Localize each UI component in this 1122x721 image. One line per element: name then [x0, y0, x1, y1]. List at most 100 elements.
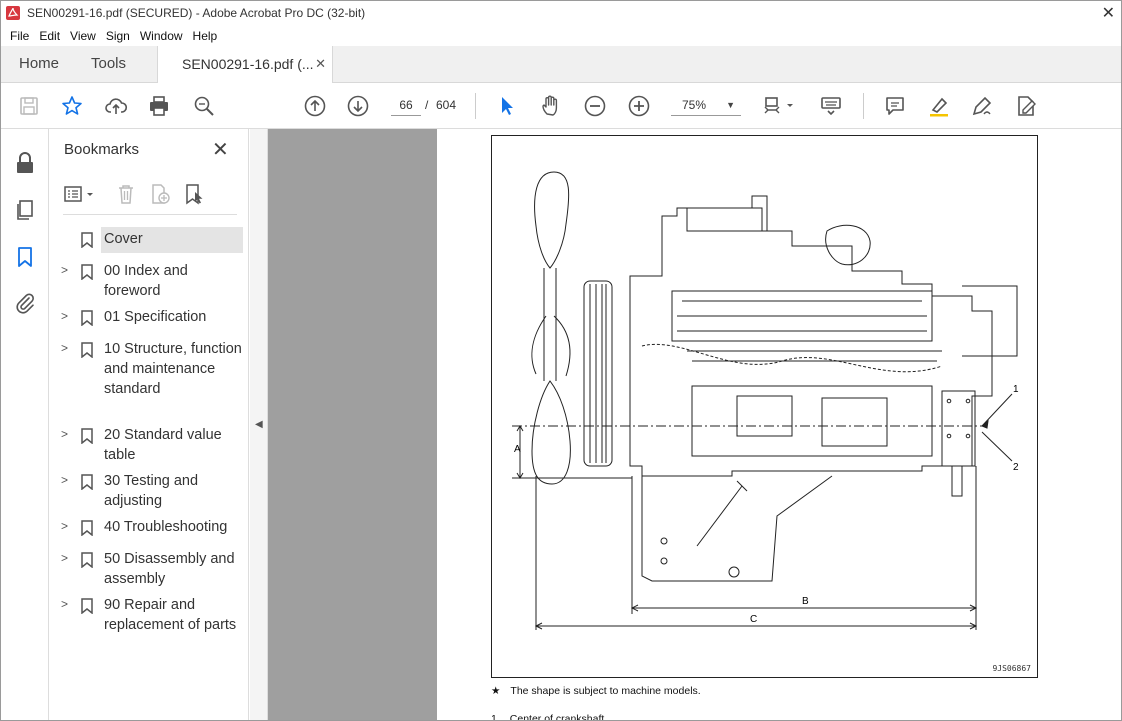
select-cursor-icon[interactable]	[495, 94, 519, 118]
bookmark-icon	[81, 428, 93, 444]
find-bookmark-icon[interactable]	[183, 183, 205, 205]
zoom-out-icon[interactable]	[583, 94, 607, 118]
note-text: The shape is subject to machine models.	[510, 685, 701, 697]
new-bookmark-icon[interactable]	[149, 183, 171, 205]
chevron-right-icon[interactable]: >	[61, 309, 68, 323]
previous-page-icon[interactable]	[303, 94, 327, 118]
toolbar-divider	[863, 93, 864, 119]
fan-blade-upper	[534, 171, 570, 269]
lock-icon[interactable]	[13, 151, 37, 175]
title-bar: SEN00291-16.pdf (SECURED) - Adobe Acroba…	[1, 1, 1121, 25]
draw-sign-icon[interactable]	[970, 94, 994, 118]
bookmark-label: 20 Standard value table	[104, 427, 222, 463]
note-star: ★	[491, 685, 501, 697]
figure-code: 9JS06867	[992, 664, 1031, 673]
keyboard-scroll-icon[interactable]	[819, 94, 843, 118]
flywheel-housing	[941, 390, 976, 467]
upload-cloud-icon[interactable]	[104, 94, 128, 118]
callout-leader-2	[981, 431, 1013, 462]
chevron-right-icon[interactable]: >	[61, 263, 68, 277]
bolt	[946, 398, 952, 404]
bookmarks-panel-title: Bookmarks	[64, 141, 140, 158]
engine-drawing: A B C 1 2	[512, 171, 1019, 630]
attachment-paperclip-icon[interactable]	[13, 291, 37, 315]
window-close-button[interactable]: ✕	[1102, 3, 1115, 23]
window-title: SEN00291-16.pdf (SECURED) - Adobe Acroba…	[27, 6, 366, 20]
bookmark-icon	[81, 520, 93, 536]
chevron-right-icon[interactable]: >	[61, 551, 68, 565]
mounting-bracket	[641, 471, 833, 582]
legend-number: 1.	[491, 713, 500, 721]
tab-document[interactable]: SEN00291-16.pdf (... ✕	[157, 46, 333, 83]
page-thumbnails-icon[interactable]	[13, 198, 37, 222]
save-icon[interactable]	[17, 94, 41, 118]
wiring-harness	[641, 344, 943, 373]
bookmark-panel-icon[interactable]	[13, 245, 37, 269]
menu-help[interactable]: Help	[188, 29, 223, 43]
menu-edit[interactable]: Edit	[34, 29, 65, 43]
fill-sign-icon[interactable]	[1014, 94, 1038, 118]
page-separator: /	[425, 98, 429, 112]
bolt	[965, 433, 971, 439]
bookmarks-panel: Bookmarks ✕ Cover > 00 Index and forewor…	[49, 129, 249, 720]
star-icon[interactable]	[60, 94, 84, 118]
menu-file[interactable]: File	[5, 29, 34, 43]
bookmark-options-icon[interactable]	[63, 183, 97, 205]
chevron-right-icon[interactable]: >	[61, 597, 68, 611]
bolt	[946, 433, 952, 439]
print-icon[interactable]	[147, 94, 171, 118]
crank-pulley	[583, 280, 613, 467]
menu-window[interactable]: Window	[135, 29, 188, 43]
crank-pulley-grooves	[589, 284, 607, 463]
mount-hole	[660, 557, 668, 565]
toolbar: 66 / 604 75% ▼	[1, 83, 1121, 129]
acrobat-app-icon	[6, 6, 20, 20]
callout-2: 2	[1013, 462, 1019, 473]
chevron-right-icon[interactable]: >	[61, 427, 68, 441]
page-number-input[interactable]: 66	[391, 94, 421, 116]
bookmark-icon	[81, 232, 93, 248]
zoom-in-icon[interactable]	[627, 94, 651, 118]
chevron-right-icon[interactable]: >	[61, 341, 68, 355]
tab-home[interactable]: Home	[19, 46, 59, 82]
acrobat-window: SEN00291-16.pdf (SECURED) - Adobe Acroba…	[0, 0, 1122, 721]
bookmark-icon	[81, 598, 93, 614]
fit-page-icon[interactable]	[763, 94, 797, 118]
next-page-icon[interactable]	[346, 94, 370, 118]
chevron-right-icon[interactable]: >	[61, 519, 68, 533]
bookmark-icon	[81, 474, 93, 490]
mount-hole	[728, 566, 740, 578]
menu-sign[interactable]: Sign	[101, 29, 135, 43]
pdf-page: A B C 1 2 9JS06867 ★ The shape is subject…	[437, 129, 1121, 721]
aftercooler-housing	[686, 195, 768, 232]
bookmark-icon	[81, 310, 93, 326]
bookmark-label: 50 Disassembly and assembly	[104, 551, 235, 587]
tab-tools[interactable]: Tools	[91, 46, 126, 82]
menu-view[interactable]: View	[65, 29, 101, 43]
dimension-c	[534, 476, 978, 630]
chevron-right-icon[interactable]: >	[61, 473, 68, 487]
comment-icon[interactable]	[883, 94, 907, 118]
callout-1: 1	[1013, 384, 1019, 395]
bookmark-label: 10 Structure, function and maintenance s…	[104, 341, 242, 397]
delete-bookmark-icon[interactable]	[115, 183, 137, 205]
engine-block-outline	[629, 207, 993, 497]
hand-tool-icon[interactable]	[539, 94, 563, 118]
label-b: B	[802, 596, 809, 607]
chevron-down-icon: ▼	[726, 100, 735, 110]
document-view[interactable]: A B C 1 2 9JS06867 ★ The shape is subject…	[268, 129, 1121, 721]
bookmark-icon	[81, 342, 93, 358]
zoom-search-icon[interactable]	[192, 94, 216, 118]
bookmark-label: 30 Testing and adjusting	[104, 473, 199, 509]
tab-close-button[interactable]: ✕	[315, 46, 326, 82]
turbo-assembly	[825, 224, 871, 266]
bookmarks-close-button[interactable]: ✕	[212, 137, 229, 162]
panel-collapse-handle[interactable]: ◀	[250, 129, 268, 720]
zoom-level-select[interactable]: 75% ▼	[671, 94, 741, 116]
highlight-pen-icon[interactable]	[927, 94, 951, 118]
engine-figure: A B C 1 2 9JS06867	[491, 135, 1038, 678]
bookmark-label: 00 Index and foreword	[104, 263, 188, 299]
total-pages: 604	[436, 98, 457, 112]
bookmark-label: 90 Repair and replacement of parts	[104, 597, 237, 633]
dimension-a	[512, 425, 632, 479]
